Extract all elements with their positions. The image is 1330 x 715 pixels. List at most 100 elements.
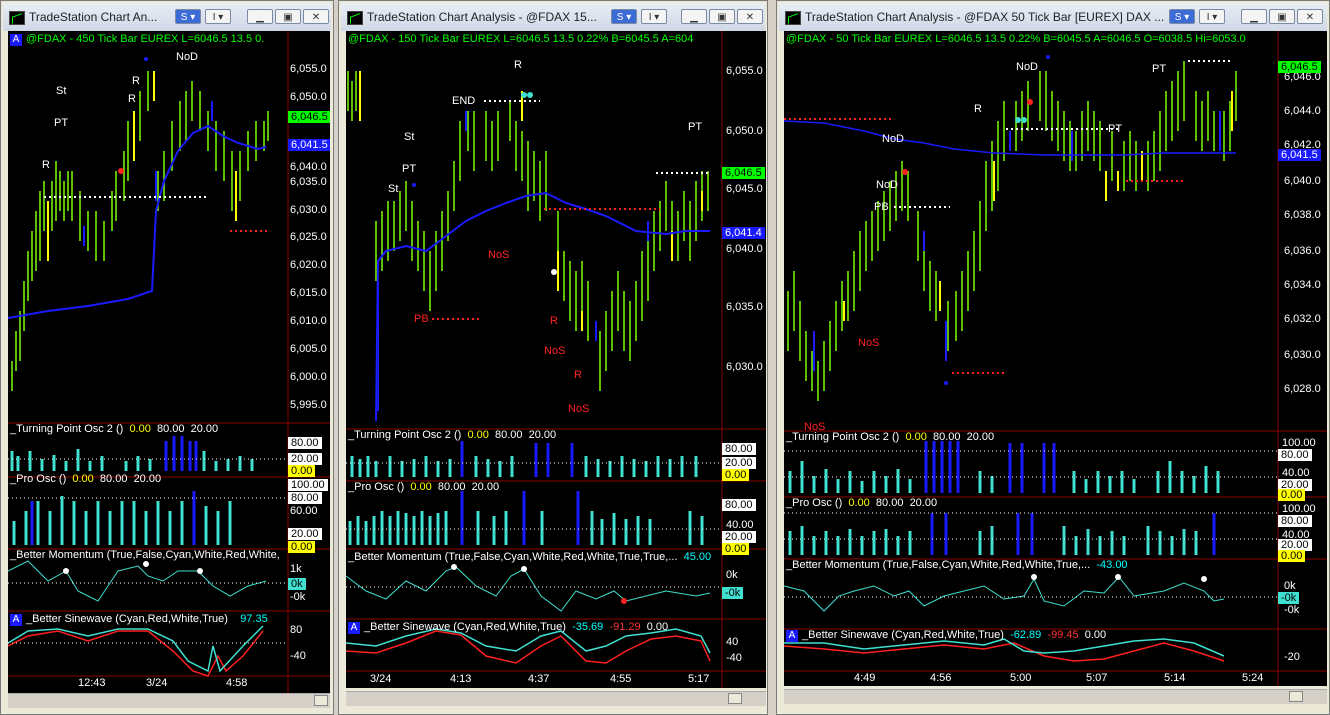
horizontal-scrollbar[interactable]	[784, 689, 1327, 704]
indicator-better-sinewave[interactable]: A _Better Sinewave (Cyan,Red,White,True) …	[10, 613, 268, 626]
restore-button[interactable]: ▣	[709, 9, 735, 24]
style-menu-button[interactable]: S ▾	[175, 9, 201, 24]
indicator-better-sinewave[interactable]: A _Better Sinewave (Cyan,Red,White,True) …	[786, 629, 1106, 642]
ind4-axis-80: 80	[290, 624, 303, 636]
y-tick: 6,034.0	[1284, 279, 1321, 291]
annotation-pt: PT	[688, 121, 703, 133]
annotation-nos: NoS	[544, 345, 566, 357]
chart-area[interactable]: A @FDAX - 450 Tick Bar EUREX L=6046.5 13.…	[8, 31, 330, 693]
annotation-nod: NoD	[1016, 61, 1039, 73]
annotation-st: St	[388, 183, 399, 195]
annotation-pt: PT	[54, 117, 69, 129]
indicator-pro-osc[interactable]: _Pro Osc () 0.00 80.00 20.00	[10, 473, 161, 485]
annotation-r: R	[42, 159, 50, 171]
ind2-axis-60: 60.00	[290, 505, 318, 517]
close-button[interactable]: ✕	[737, 9, 763, 24]
analysis-badge[interactable]: A	[348, 622, 360, 634]
average-price-tag: 6,041.5	[288, 139, 330, 151]
chart-area[interactable]: @FDAX - 150 Tick Bar EUREX L=6046.5 13.5…	[346, 31, 766, 688]
restore-button[interactable]: ▣	[1269, 9, 1295, 24]
x-tick: 3/24	[146, 677, 168, 689]
x-tick: 5:14	[1164, 672, 1186, 684]
restore-button[interactable]: ▣	[275, 9, 301, 24]
y-tick: 6,036.0	[1284, 245, 1321, 257]
style-menu-button[interactable]: S ▾	[611, 9, 637, 24]
annotation-pb: PB	[874, 201, 889, 213]
indicator-pro-osc[interactable]: _Pro Osc () 0.00 80.00 20.00	[786, 497, 937, 509]
y-tick: 6,055.0	[726, 65, 763, 77]
y-tick: 6,030.0	[726, 361, 763, 373]
x-tick: 3/24	[370, 673, 392, 685]
ind3-axis-neg0k: -0k	[722, 587, 744, 599]
style-menu-button[interactable]: S ▾	[1169, 9, 1195, 24]
indicator-turning-point[interactable]: _Turning Point Osc 2 () 0.00 80.00 20.00	[10, 423, 218, 435]
annotation-pt: PT	[1152, 63, 1167, 75]
annotation-nos: NoS	[858, 337, 880, 349]
scroll-thumb[interactable]	[728, 693, 742, 704]
ind2-axis-80: 80.00	[722, 499, 756, 511]
y-tick: 6,050.0	[290, 91, 327, 103]
x-tick: 4:37	[528, 673, 550, 685]
minimize-button[interactable]: ▁	[1241, 9, 1267, 24]
window-title: TradeStation Chart An...	[29, 10, 158, 24]
insert-menu-button[interactable]: I ▾	[1199, 9, 1225, 24]
ind1-axis-20: 20.00	[722, 457, 756, 469]
close-button[interactable]: ✕	[1297, 9, 1323, 24]
y-tick: 6,020.0	[290, 259, 327, 271]
chart-window-2: TradeStation Chart Analysis - @FDAX 15..…	[338, 0, 768, 715]
window-title: TradeStation Chart Analysis - @FDAX 15..…	[367, 10, 597, 24]
analysis-badge[interactable]: A	[786, 630, 798, 642]
indicator-turning-point[interactable]: _Turning Point Osc 2 () 0.00 80.00 20.00	[348, 429, 556, 441]
annotation-r: R	[132, 75, 140, 87]
insert-menu-button[interactable]: I ▾	[205, 9, 231, 24]
horizontal-scrollbar[interactable]	[8, 693, 330, 708]
indicator-better-momentum[interactable]: _Better Momentum (True,False,Cyan,White,…	[348, 551, 711, 563]
indicator-turning-point[interactable]: _Turning Point Osc 2 () 0.00 80.00 20.00	[786, 431, 994, 443]
price-chart	[346, 31, 766, 688]
analysis-badge[interactable]: A	[10, 614, 22, 626]
indicator-better-momentum[interactable]: _Better Momentum (True,False,Cyan,White,…	[786, 559, 1128, 571]
x-tick: 5:00	[1010, 672, 1032, 684]
scroll-thumb[interactable]	[1289, 691, 1303, 702]
horizontal-scrollbar[interactable]	[346, 691, 766, 706]
indicator-better-sinewave[interactable]: A _Better Sinewave (Cyan,Red,White,True) …	[348, 621, 668, 634]
x-tick: 5:07	[1086, 672, 1108, 684]
average-price-tag: 6,041.4	[722, 227, 765, 239]
ind4-axis-neg40: -40	[290, 650, 306, 662]
y-tick: 6,040.0	[290, 161, 327, 173]
y-tick: 6,025.0	[290, 231, 327, 243]
y-tick: 6,030.0	[290, 204, 327, 216]
y-tick: 6,038.0	[1284, 209, 1321, 221]
title-bar[interactable]: TradeStation Chart Analysis - @FDAX 15..…	[341, 3, 765, 31]
ind4-axis-neg40: -40	[726, 652, 742, 664]
minimize-button[interactable]: ▁	[247, 9, 273, 24]
ind3-axis-neg0k: -0k	[290, 591, 306, 603]
annotation-nos: NoS	[568, 403, 590, 415]
x-tick: 4:13	[450, 673, 472, 685]
x-tick: 4:49	[854, 672, 876, 684]
indicator-pro-osc[interactable]: _Pro Osc () 0.00 80.00 20.00	[348, 481, 499, 493]
ind1-axis-0: 0.00	[722, 469, 750, 481]
insert-menu-button[interactable]: I ▾	[641, 9, 667, 24]
y-tick: 6,005.0	[290, 343, 327, 355]
ind2-axis-80: 80.00	[288, 492, 322, 504]
y-tick: 6,044.0	[1284, 105, 1321, 117]
minimize-button[interactable]: ▁	[681, 9, 707, 24]
ind1-axis-80: 80.00	[722, 443, 756, 455]
ind4-axis-neg20: -20	[1284, 651, 1300, 663]
annotation-nod: NoD	[176, 51, 199, 63]
annotation-r: R	[514, 59, 522, 71]
chart-window-3: TradeStation Chart Analysis - @FDAX 50 T…	[776, 0, 1330, 715]
chart-area[interactable]: @FDAX - 50 Tick Bar EUREX L=6046.5 13.5 …	[784, 31, 1327, 686]
title-bar[interactable]: TradeStation Chart Analysis - @FDAX 50 T…	[779, 3, 1327, 31]
title-bar[interactable]: TradeStation Chart An... S ▾ I ▾ ▁ ▣ ✕	[3, 3, 331, 31]
y-tick: 6,040.0	[726, 243, 763, 255]
scroll-thumb[interactable]	[314, 695, 328, 706]
ind3-axis-0k: 0k	[1284, 580, 1296, 592]
annotation-nos: NoS	[488, 249, 510, 261]
y-tick: 6,055.0	[290, 63, 327, 75]
close-button[interactable]: ✕	[303, 9, 329, 24]
chart-app-icon	[347, 11, 363, 25]
indicator-better-momentum[interactable]: _Better Momentum (True,False,Cyan,White,…	[10, 549, 280, 561]
y-tick: 6,030.0	[1284, 349, 1321, 361]
